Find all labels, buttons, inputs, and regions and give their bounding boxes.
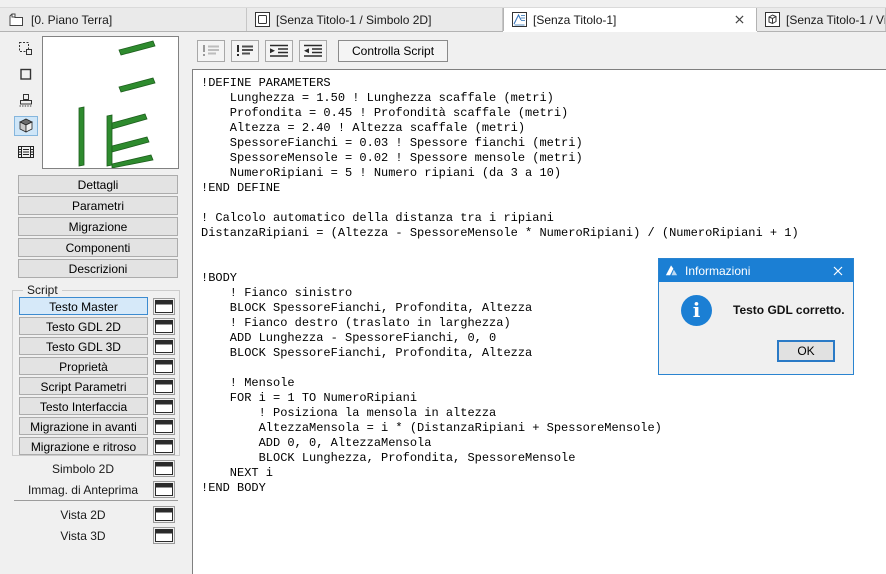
- script-row-migrazione-e-ritroso: Migrazione e ritroso: [19, 437, 179, 455]
- open-window-icon[interactable]: [153, 506, 175, 523]
- tab-piano-terra[interactable]: [0. Piano Terra]: [0, 8, 247, 31]
- stamp-icon[interactable]: [14, 90, 38, 110]
- floor-plan-icon: [8, 12, 25, 27]
- info-dialog-title: Informazioni: [685, 264, 750, 278]
- script-group: Script Testo MasterTesto GDL 2DTesto GDL…: [12, 290, 180, 456]
- check-script-button[interactable]: Controlla Script: [338, 40, 448, 62]
- indent-icon: [268, 43, 290, 59]
- script-row-testo-interfaccia: Testo Interfaccia: [19, 397, 179, 415]
- sidebar: Dettagli Parametri Migrazione Componenti Des…: [0, 32, 192, 574]
- view-row-vista-3d: Vista 3D: [18, 527, 180, 544]
- sidebar-button-descrizioni[interactable]: Descrizioni: [18, 259, 178, 278]
- open-window-icon[interactable]: [153, 358, 175, 375]
- script-row-script-parametri: Script Parametri: [19, 377, 179, 395]
- dialog-message: Testo GDL corretto.: [733, 303, 845, 317]
- open-window-icon[interactable]: [153, 318, 175, 335]
- tab-label: [0. Piano Terra]: [31, 13, 112, 27]
- tab-label: [Senza Titolo-1 / Vis: [786, 13, 886, 27]
- info-dialog: Informazioni i Testo GDL corretto. OK: [658, 258, 854, 375]
- script-button-migrazione-e-ritroso[interactable]: Migrazione e ritroso: [19, 437, 148, 455]
- uncomment-lines-button[interactable]: [231, 40, 259, 62]
- outdent-button[interactable]: [299, 40, 327, 62]
- script-row-migrazione-in-avanti: Migrazione in avanti: [19, 417, 179, 435]
- ok-button[interactable]: OK: [777, 340, 835, 362]
- sidebar-button-parametri[interactable]: Parametri: [18, 196, 178, 215]
- shelf-3d-preview-drawing: [43, 37, 178, 168]
- square-icon[interactable]: [14, 64, 38, 84]
- script-row-proprietà: Proprietà: [19, 357, 179, 375]
- script-toolbar: Controlla Script: [192, 32, 886, 69]
- open-window-icon[interactable]: [153, 298, 175, 315]
- archicad-logo-icon: [664, 263, 679, 278]
- script-row-testo-gdl-3d: Testo GDL 3D: [19, 337, 179, 355]
- filmstrip-icon[interactable]: [14, 142, 38, 162]
- tab-label: [Senza Titolo-1]: [533, 13, 616, 27]
- open-window-icon[interactable]: [153, 481, 175, 498]
- comment-lines-disabled-button[interactable]: [197, 40, 225, 62]
- info-dialog-body: i Testo GDL corretto. OK: [659, 282, 853, 374]
- view-label-vista-3d: Vista 3D: [18, 529, 148, 543]
- open-window-icon[interactable]: [153, 378, 175, 395]
- script-button-script-parametri[interactable]: Script Parametri: [19, 377, 148, 395]
- sidebar-button-componenti[interactable]: Componenti: [18, 238, 178, 257]
- info-icon: i: [681, 295, 712, 326]
- script-button-testo-interfaccia[interactable]: Testo Interfaccia: [19, 397, 148, 415]
- tab-senza-titolo-1[interactable]: [Senza Titolo-1]: [503, 8, 757, 31]
- view-row-simbolo-2d: Simbolo 2D: [18, 460, 180, 477]
- script-row-testo-gdl-2d: Testo GDL 2D: [19, 317, 179, 335]
- marquee-icon[interactable]: [14, 38, 38, 58]
- uncomment-lines-icon: [235, 43, 255, 59]
- tab-close-icon[interactable]: [731, 13, 748, 26]
- view-label-vista-2d: Vista 2D: [18, 508, 148, 522]
- open-window-icon[interactable]: [153, 338, 175, 355]
- script-buttons: Testo Master Testo GDL 2D Testo GDL 3D Prop…: [13, 291, 179, 455]
- open-window-icon[interactable]: [153, 438, 175, 455]
- view-label-simbolo-2d: Simbolo 2D: [18, 462, 148, 476]
- outdent-icon: [302, 43, 324, 59]
- tab-simbolo-2d[interactable]: [Senza Titolo-1 / Simbolo 2D]: [247, 8, 503, 31]
- view-3d-icon: [765, 12, 780, 27]
- indent-button[interactable]: [265, 40, 293, 62]
- script-button-testo-master[interactable]: Testo Master: [19, 297, 148, 315]
- tab-bar: [0. Piano Terra] [Senza Titolo-1 / Simbol…: [0, 7, 886, 32]
- script-row-testo-master: Testo Master: [19, 297, 179, 315]
- view-items: Vista 2D Vista 3D: [18, 506, 180, 548]
- script-button-testo-gdl-2d[interactable]: Testo GDL 2D: [19, 317, 148, 335]
- symbol-2d-icon: [255, 12, 270, 27]
- open-window-icon[interactable]: [153, 460, 175, 477]
- archicad-gdl-editor-window: [0. Piano Terra] [Senza Titolo-1 / Simbol…: [0, 0, 886, 574]
- open-window-icon[interactable]: [153, 398, 175, 415]
- preview-mode-toolstrip: [11, 38, 41, 162]
- tab-vista-3d[interactable]: [Senza Titolo-1 / Vis: [757, 8, 886, 31]
- preview-3d-thumbnail[interactable]: [42, 36, 179, 169]
- script-button-proprietà[interactable]: Proprietà: [19, 357, 148, 375]
- open-window-icon[interactable]: [153, 418, 175, 435]
- comment-lines-icon: [201, 43, 221, 59]
- script-group-label: Script: [23, 283, 62, 297]
- view-row-immag-di-anteprima: Immag. di Anteprima: [18, 481, 180, 498]
- open-window-icon[interactable]: [153, 527, 175, 544]
- sidebar-button-dettagli[interactable]: Dettagli: [18, 175, 178, 194]
- script-button-migrazione-in-avanti[interactable]: Migrazione in avanti: [19, 417, 148, 435]
- cube-3d-icon[interactable]: [14, 116, 38, 136]
- info-dialog-titlebar[interactable]: Informazioni: [659, 259, 853, 282]
- sidebar-divider: [14, 500, 178, 501]
- script-button-testo-gdl-3d[interactable]: Testo GDL 3D: [19, 337, 148, 355]
- tab-label: [Senza Titolo-1 / Simbolo 2D]: [276, 13, 431, 27]
- sidebar-button-migrazione[interactable]: Migrazione: [18, 217, 178, 236]
- dialog-close-icon[interactable]: [823, 259, 853, 282]
- gdl-master-icon: [512, 12, 527, 27]
- view-row-vista-2d: Vista 2D: [18, 506, 180, 523]
- symbol-preview-items: Simbolo 2D Immag. di Anteprima: [18, 460, 180, 502]
- view-label-immag-di-anteprima: Immag. di Anteprima: [18, 483, 148, 497]
- section-buttons: Dettagli Parametri Migrazione Componenti Des…: [18, 175, 178, 280]
